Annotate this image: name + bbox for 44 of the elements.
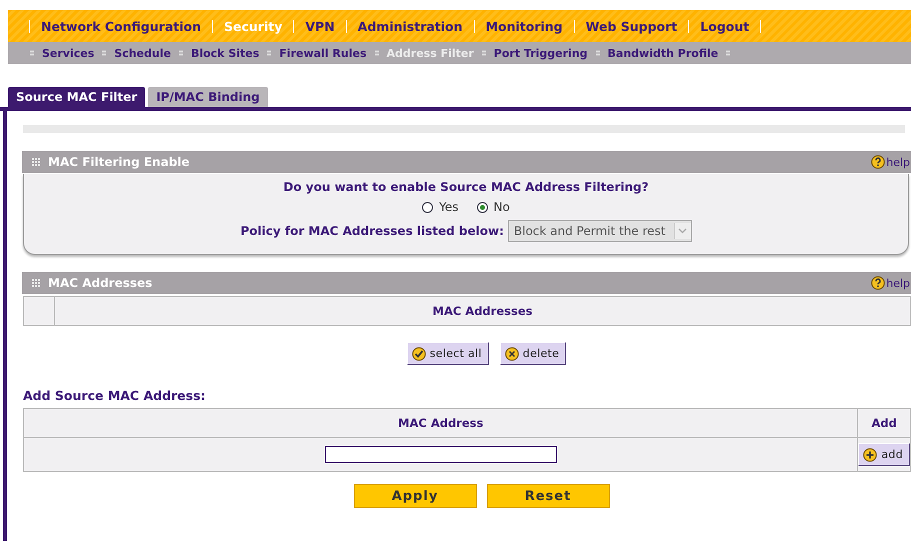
column-header: MAC Addresses	[54, 296, 910, 326]
menu-link[interactable]: Monitoring	[486, 18, 563, 34]
submenu-link[interactable]: Schedule	[114, 46, 171, 60]
section-title: Add Source MAC Address:	[23, 388, 206, 403]
mac-address-field[interactable]	[324, 446, 557, 463]
radio-option[interactable]: No	[476, 200, 510, 214]
section-title: MAC Addresses	[48, 276, 154, 290]
plus-icon	[863, 448, 878, 462]
menu-link[interactable]: Web Support	[586, 18, 678, 34]
grip-icon	[32, 158, 40, 166]
question-icon	[871, 155, 886, 169]
submenu-link[interactable]: Port Triggering	[494, 46, 588, 60]
question-icon	[871, 276, 886, 290]
question-text: Do you want to enable Source MAC Address Filtering?	[283, 180, 649, 194]
help-link[interactable]: help	[871, 276, 910, 290]
radio-label: No	[494, 200, 510, 214]
reset-button[interactable]: Reset	[486, 484, 610, 508]
select-all-button[interactable]: select all	[406, 342, 489, 365]
help-link[interactable]: help	[871, 155, 910, 169]
menu-link[interactable]: Logout	[700, 18, 750, 34]
column-header: Add	[858, 408, 910, 438]
cross-icon	[504, 346, 519, 360]
radio-label: Yes	[439, 200, 459, 214]
apply-button[interactable]: Apply	[354, 484, 476, 508]
caret-icon	[678, 228, 688, 234]
radio-option[interactable]: Yes	[422, 200, 459, 214]
add-button[interactable]: add	[858, 443, 910, 466]
policy-label: Policy for MAC Addresses listed below:	[240, 224, 504, 238]
tab[interactable]: Source MAC Filter	[8, 87, 146, 107]
tab[interactable]: IP/MAC Binding	[148, 87, 268, 107]
column-header: MAC Address	[24, 408, 858, 438]
submenu-link[interactable]: Bandwidth Profile	[608, 46, 718, 60]
menu-link[interactable]: Administration	[358, 18, 463, 34]
submenu-link[interactable]: Block Sites	[190, 46, 260, 60]
submenu-link[interactable]: Services	[42, 46, 94, 60]
radio-button[interactable]	[422, 202, 434, 212]
check-icon	[412, 346, 426, 360]
menu-link[interactable]: VPN	[305, 18, 335, 34]
menu-link[interactable]: Network Configuration	[41, 18, 201, 34]
section-title: MAC Filtering Enable	[48, 155, 191, 169]
delete-button[interactable]: delete	[500, 342, 566, 365]
radio-button[interactable]	[476, 202, 488, 212]
grip-icon	[32, 279, 40, 287]
submenu-link[interactable]: Firewall Rules	[279, 46, 367, 60]
